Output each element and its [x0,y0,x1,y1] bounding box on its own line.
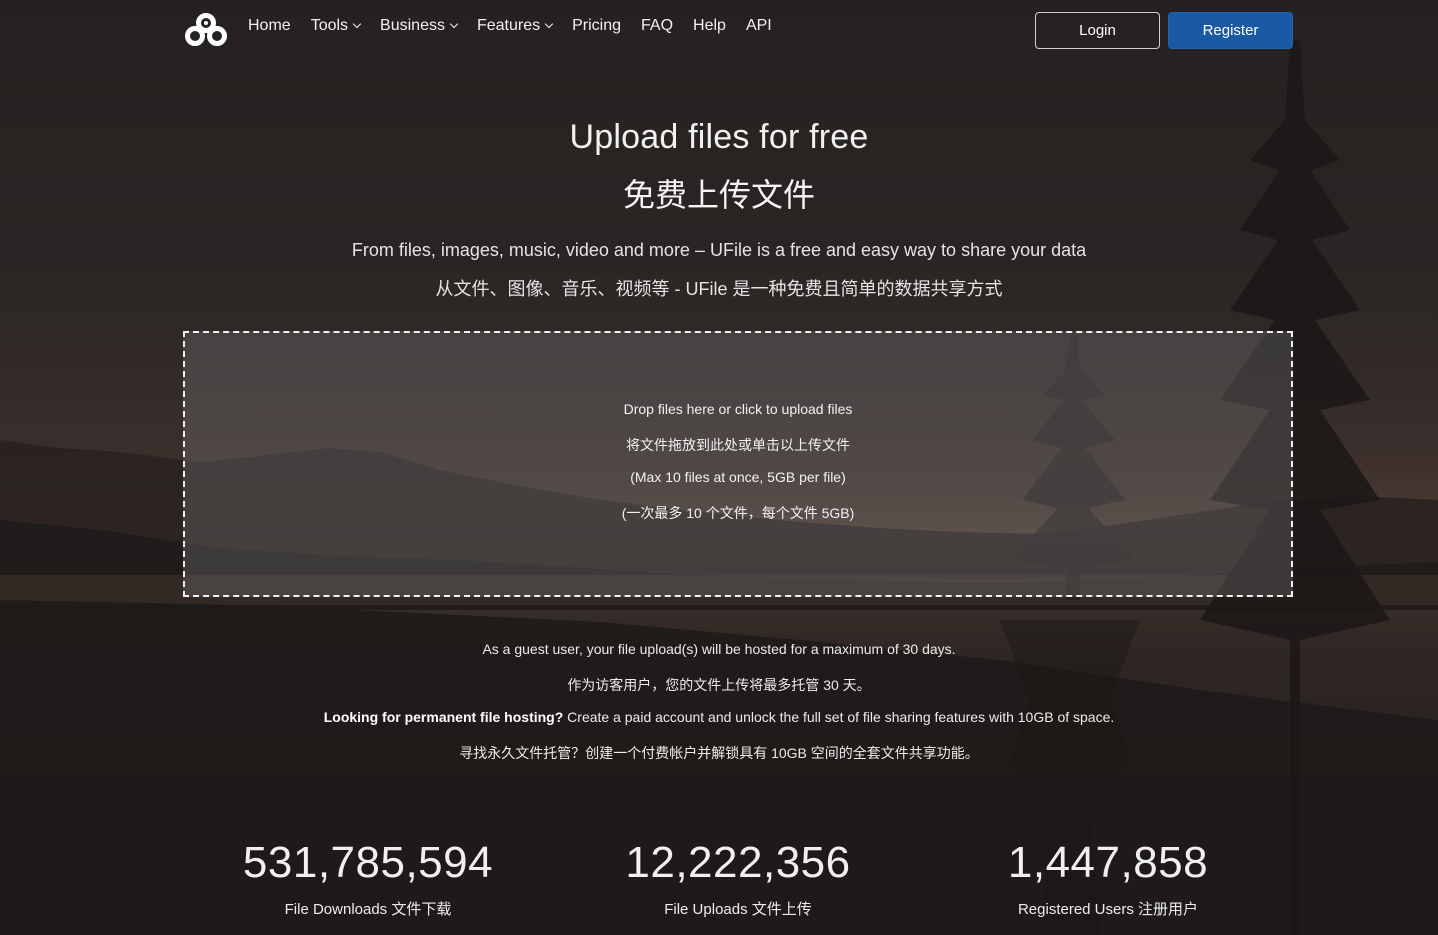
dropzone-limits-cn: (一次最多 10 个文件，每个文件 5GB) [621,505,855,521]
nav-pricing-label: Pricing [572,17,622,34]
dropzone-limits: (Max 10 files at once, 5GB per file) [630,469,846,485]
chevron-down-icon [352,19,362,29]
page-subtitle-cn: 从文件、图像、音乐、视频等 - UFile 是一种免费且简单的数据共享方式 [435,279,1003,299]
stat-file-uploads: 12,222,356 File Uploads 文件上传 [548,838,928,919]
nav-tools-dropdown[interactable]: Tools [310,17,362,35]
nav-home-label: Home [248,17,291,34]
page-title: Upload files for free [569,118,869,156]
stat-label: Registered Users 注册用户 [1017,901,1199,918]
file-upload-dropzone[interactable]: Drop files here or click to upload files… [183,331,1293,597]
permanent-hosting-promo: Looking for permanent file hosting? Crea… [0,709,1438,725]
permanent-hosting-text: Create a paid account and unlock the ful… [563,709,1115,725]
stat-file-downloads: 531,785,594 File Downloads 文件下载 [178,838,558,919]
main-menu: Home Tools Business Features Pricing FAQ [248,17,792,35]
ufile-logo-icon[interactable] [182,12,230,48]
register-button[interactable]: Register [1168,12,1293,49]
nav-business-dropdown[interactable]: Business [380,17,459,35]
page-subtitle: From files, images, music, video and mor… [351,240,1087,260]
chevron-down-icon [449,19,459,29]
nav-api-label: API [745,17,772,34]
permanent-hosting-promo-cn: 寻找永久文件托管？创建一个付费帐户并解锁具有 10GB 空间的全套文件共享功能。 [459,745,979,761]
stat-registered-users: 1,447,858 Registered Users 注册用户 [918,838,1298,919]
stat-value: 12,222,356 [625,838,851,887]
dropzone-instruction: Drop files here or click to upload files [623,401,853,417]
login-button[interactable]: Login [1035,12,1160,49]
nav-features-label: Features [476,17,541,34]
stat-value: 1,447,858 [1007,838,1209,887]
nav-api[interactable]: API [746,17,772,35]
nav-home[interactable]: Home [248,17,291,35]
stat-label: File Uploads 文件上传 [664,901,812,918]
dropzone-instruction-cn: 将文件拖放到此处或单击以上传文件 [626,437,850,453]
guest-notice: As a guest user, your file upload(s) wil… [482,641,956,657]
nav-features-dropdown[interactable]: Features [476,17,554,35]
nav-help-label: Help [693,17,726,34]
nav-pricing[interactable]: Pricing [572,17,621,35]
nav-tools-label: Tools [310,17,349,34]
stat-label: File Downloads 文件下载 [284,901,452,918]
guest-notice-cn: 作为访客用户，您的文件上传将最多托管 30 天。 [567,677,871,693]
nav-faq[interactable]: FAQ [641,17,673,35]
permanent-hosting-heading[interactable]: Looking for permanent file hosting? [324,709,564,725]
stat-value: 531,785,594 [242,838,494,887]
nav-business-label: Business [380,17,445,34]
page-title-cn: 免费上传文件 [622,177,815,213]
chevron-down-icon [544,19,554,29]
top-navbar: Home Tools Business Features Pricing FAQ [0,0,1438,58]
nav-help[interactable]: Help [693,17,726,35]
nav-faq-label: FAQ [641,17,674,34]
